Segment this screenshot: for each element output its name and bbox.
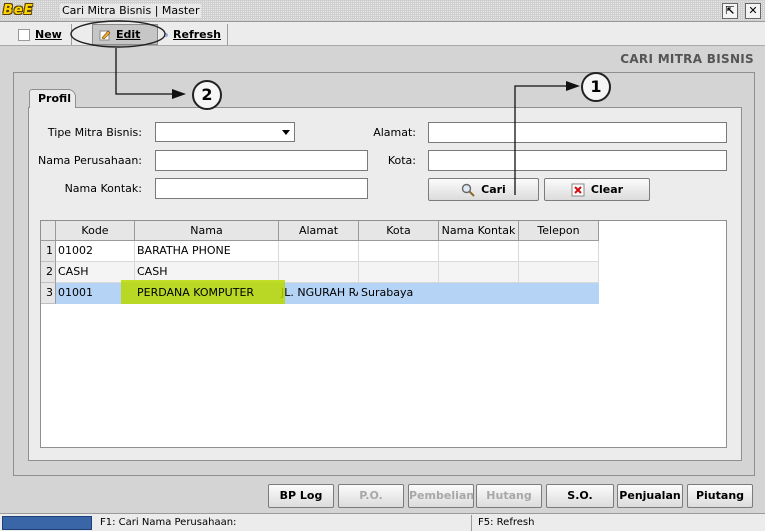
- status-progress: [2, 516, 92, 530]
- status-hint-f5: F5: Refresh: [478, 517, 535, 528]
- pembelian-button[interactable]: Pembelian: [408, 484, 474, 508]
- annotation-arrows: [115, 48, 580, 195]
- so-button[interactable]: S.O.: [546, 484, 614, 508]
- step-1-marker: 1: [581, 72, 611, 102]
- po-button[interactable]: P.O.: [338, 484, 404, 508]
- piutang-button[interactable]: Piutang: [687, 484, 753, 508]
- penjualan-button[interactable]: Penjualan: [617, 484, 683, 508]
- step-2-marker: 2: [192, 80, 222, 110]
- hutang-button[interactable]: Hutang: [476, 484, 542, 508]
- status-hint-f1: F1: Cari Nama Perusahaan:: [96, 515, 472, 531]
- bp-log-button[interactable]: BP Log: [268, 484, 334, 508]
- status-bar: F1: Cari Nama Perusahaan: F5: Refresh: [0, 513, 765, 531]
